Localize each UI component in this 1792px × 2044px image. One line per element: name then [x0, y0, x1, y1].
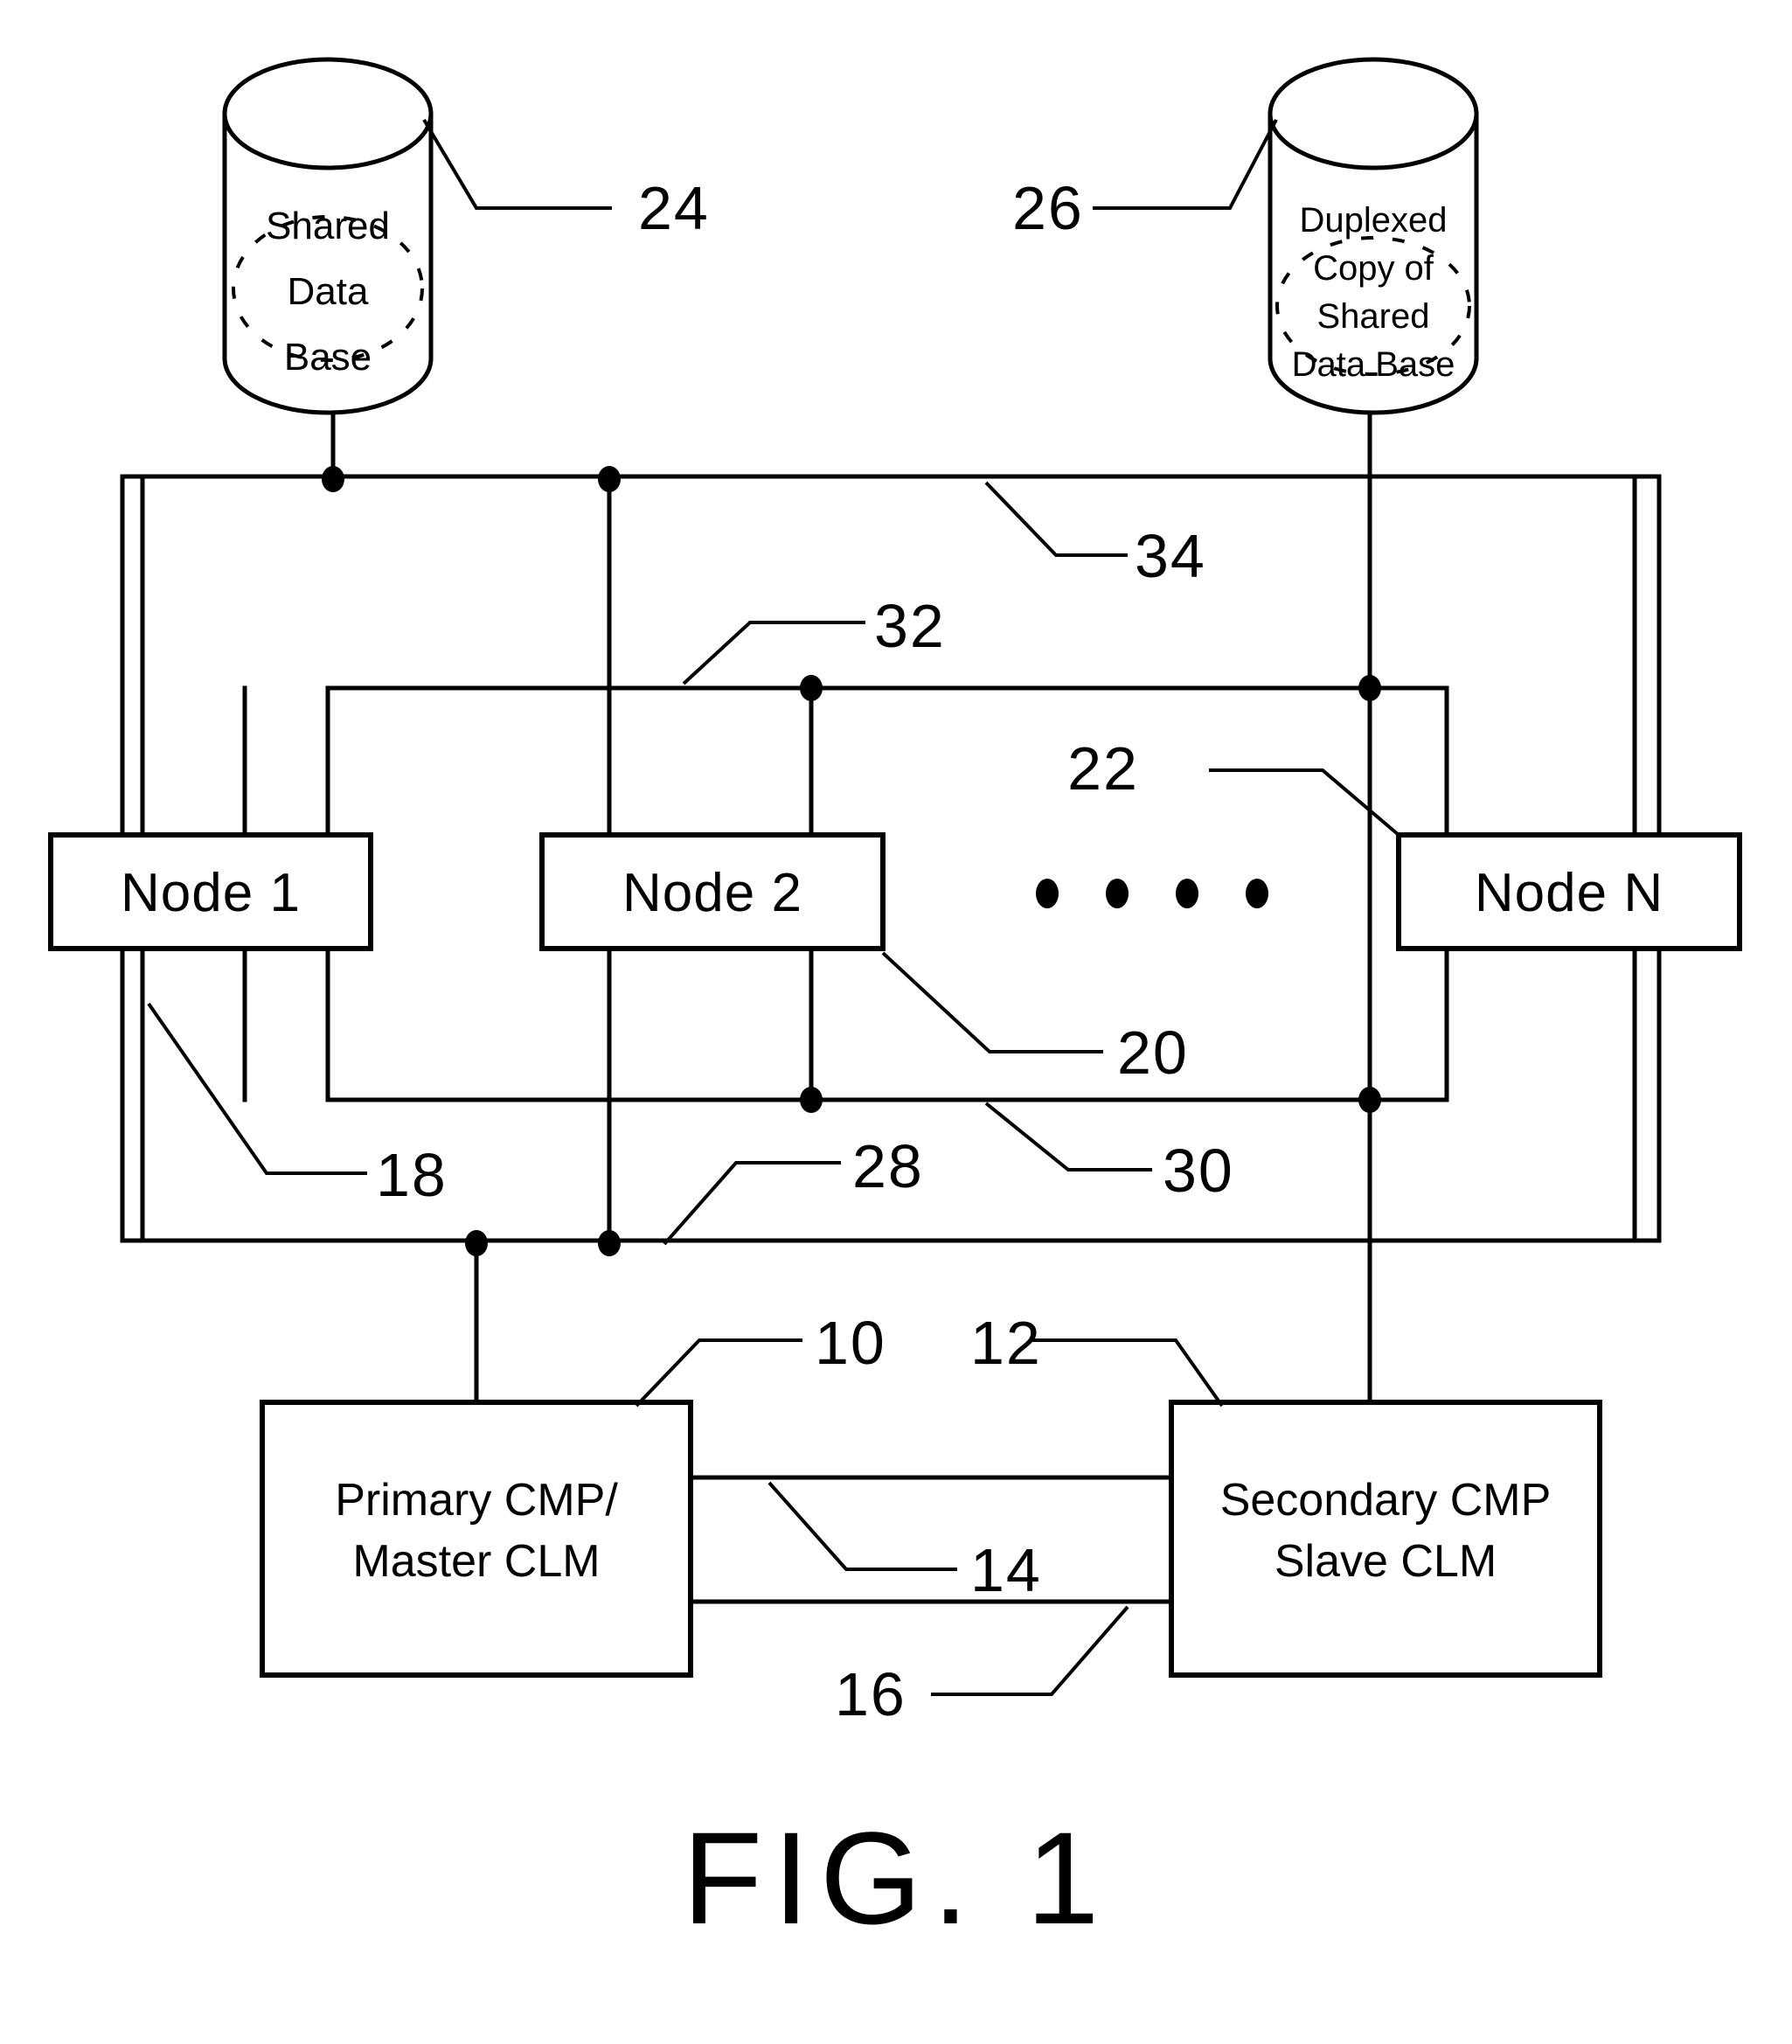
- ref-20-leader-line: [881, 951, 1103, 1053]
- ref-16-label: 16: [835, 1660, 906, 1728]
- shared-db-line-1: Data: [288, 270, 369, 313]
- ref-34-leader: 34: [984, 481, 1206, 590]
- junction-dot-inner-bus-top-mid: [800, 675, 823, 701]
- ellipsis-dot-4: [1246, 879, 1268, 908]
- ellipsis-dot-1: [1036, 879, 1059, 908]
- duplexed-db-line-3: Data Base: [1292, 345, 1455, 384]
- node-1-label: Node 1: [121, 863, 301, 923]
- ref-10-leader: 10: [635, 1309, 886, 1408]
- ref-34-leader-line: [984, 481, 1128, 557]
- ref-24-leader: 24: [422, 118, 710, 242]
- shared-database-cylinder: Shared Data Base: [222, 57, 434, 415]
- ref-12-leader-line: [1031, 1338, 1224, 1408]
- node-2-label: Node 2: [622, 863, 802, 923]
- figure-canvas: Shared Data Base 24 Duplexed Copy of Sha…: [48, 57, 1742, 1951]
- node-1-box-group[interactable]: Node 1: [48, 832, 373, 951]
- ref-22-leader: 22: [1067, 734, 1400, 837]
- ref-22-label: 22: [1067, 734, 1139, 803]
- junction-dot-inner-bus-bottom-mid: [800, 1087, 823, 1113]
- ref-28-label: 28: [852, 1132, 924, 1200]
- ref-14-label: 14: [970, 1536, 1042, 1604]
- ref-16-leader: 16: [835, 1605, 1129, 1728]
- ref-14-leader-line: [768, 1481, 957, 1571]
- ref-16-leader-line: [931, 1605, 1129, 1696]
- ref-10-leader-line: [635, 1338, 802, 1408]
- ref-20-label: 20: [1117, 1019, 1189, 1087]
- ref-24-leader-line: [422, 118, 612, 210]
- node-n-label: Node N: [1475, 863, 1664, 923]
- ref-28-leader-line: [663, 1161, 841, 1246]
- ellipsis-dot-2: [1106, 879, 1129, 908]
- primary-cmp-line-0: Primary CMP/: [335, 1475, 618, 1526]
- cmp-interlink-lines: [688, 1475, 1174, 1604]
- ref-12-leader: 12: [970, 1309, 1224, 1408]
- duplexed-db-top-ellipse: [1268, 57, 1479, 170]
- duplexed-db-line-0: Duplexed: [1299, 201, 1447, 240]
- ref-28-leader: 28: [663, 1132, 924, 1246]
- ref-20-leader: 20: [881, 951, 1189, 1087]
- junction-dot-outer-bus-bottom-mid: [598, 1230, 621, 1256]
- shared-db-line-2: Base: [284, 336, 372, 379]
- patent-figure: Shared Data Base 24 Duplexed Copy of Sha…: [0, 0, 1792, 2044]
- ref-26-label: 26: [1012, 174, 1084, 242]
- junction-dot-outer-bus-bottom-left: [465, 1230, 488, 1256]
- secondary-cmp-line-1: Slave CLM: [1275, 1536, 1497, 1587]
- duplexed-db-line-1: Copy of: [1313, 249, 1434, 288]
- ref-30-label: 30: [1163, 1137, 1234, 1205]
- bus-32-path: [325, 685, 1449, 1102]
- ref-30-leader-line: [984, 1102, 1152, 1171]
- duplexed-db-line-2: Shared: [1317, 297, 1430, 336]
- primary-cmp-box-group[interactable]: Primary CMP/ Master CLM: [260, 1400, 693, 1678]
- node-ellipsis-dots: [1036, 879, 1268, 908]
- shared-db-line-0: Shared: [266, 205, 390, 247]
- ref-32-label: 32: [874, 592, 946, 660]
- junction-dot-inner-bus-top-right: [1358, 675, 1381, 701]
- shared-db-top-ellipse: [222, 57, 434, 170]
- secondary-cmp-line-0: Secondary CMP: [1220, 1475, 1552, 1526]
- duplexed-database-cylinder: Duplexed Copy of Shared Data Base: [1268, 57, 1479, 415]
- ref-26-leader: 26: [1012, 119, 1278, 242]
- ref-30-leader: 30: [984, 1102, 1234, 1205]
- secondary-cmp-box-group[interactable]: Secondary CMP Slave CLM: [1169, 1400, 1602, 1678]
- ellipsis-dot-3: [1176, 879, 1198, 908]
- primary-cmp-line-1: Master CLM: [352, 1536, 600, 1587]
- node-2-box-group[interactable]: Node 2: [539, 832, 886, 951]
- ref-12-label: 12: [970, 1309, 1042, 1377]
- ref-10-label: 10: [815, 1309, 886, 1377]
- junction-dot-shared-db-left: [322, 466, 344, 492]
- ref-18-label: 18: [376, 1141, 448, 1209]
- ref-18-leader: 18: [147, 1002, 448, 1209]
- node-n-box-group[interactable]: Node N: [1396, 832, 1742, 951]
- ref-18-leader-line: [147, 1002, 367, 1175]
- ref-34-label: 34: [1135, 522, 1206, 590]
- ref-14-leader: 14: [768, 1481, 1042, 1604]
- figure-caption: FIG. 1: [683, 1804, 1110, 1951]
- junction-dot-inner-bus-bottom-right: [1358, 1087, 1381, 1113]
- junction-dot-shared-db-center: [598, 466, 621, 492]
- ref-32-leader: 32: [682, 592, 946, 685]
- ref-26-leader-line: [1093, 119, 1278, 210]
- ref-32-leader-line: [682, 621, 865, 685]
- ref-24-label: 24: [638, 174, 710, 242]
